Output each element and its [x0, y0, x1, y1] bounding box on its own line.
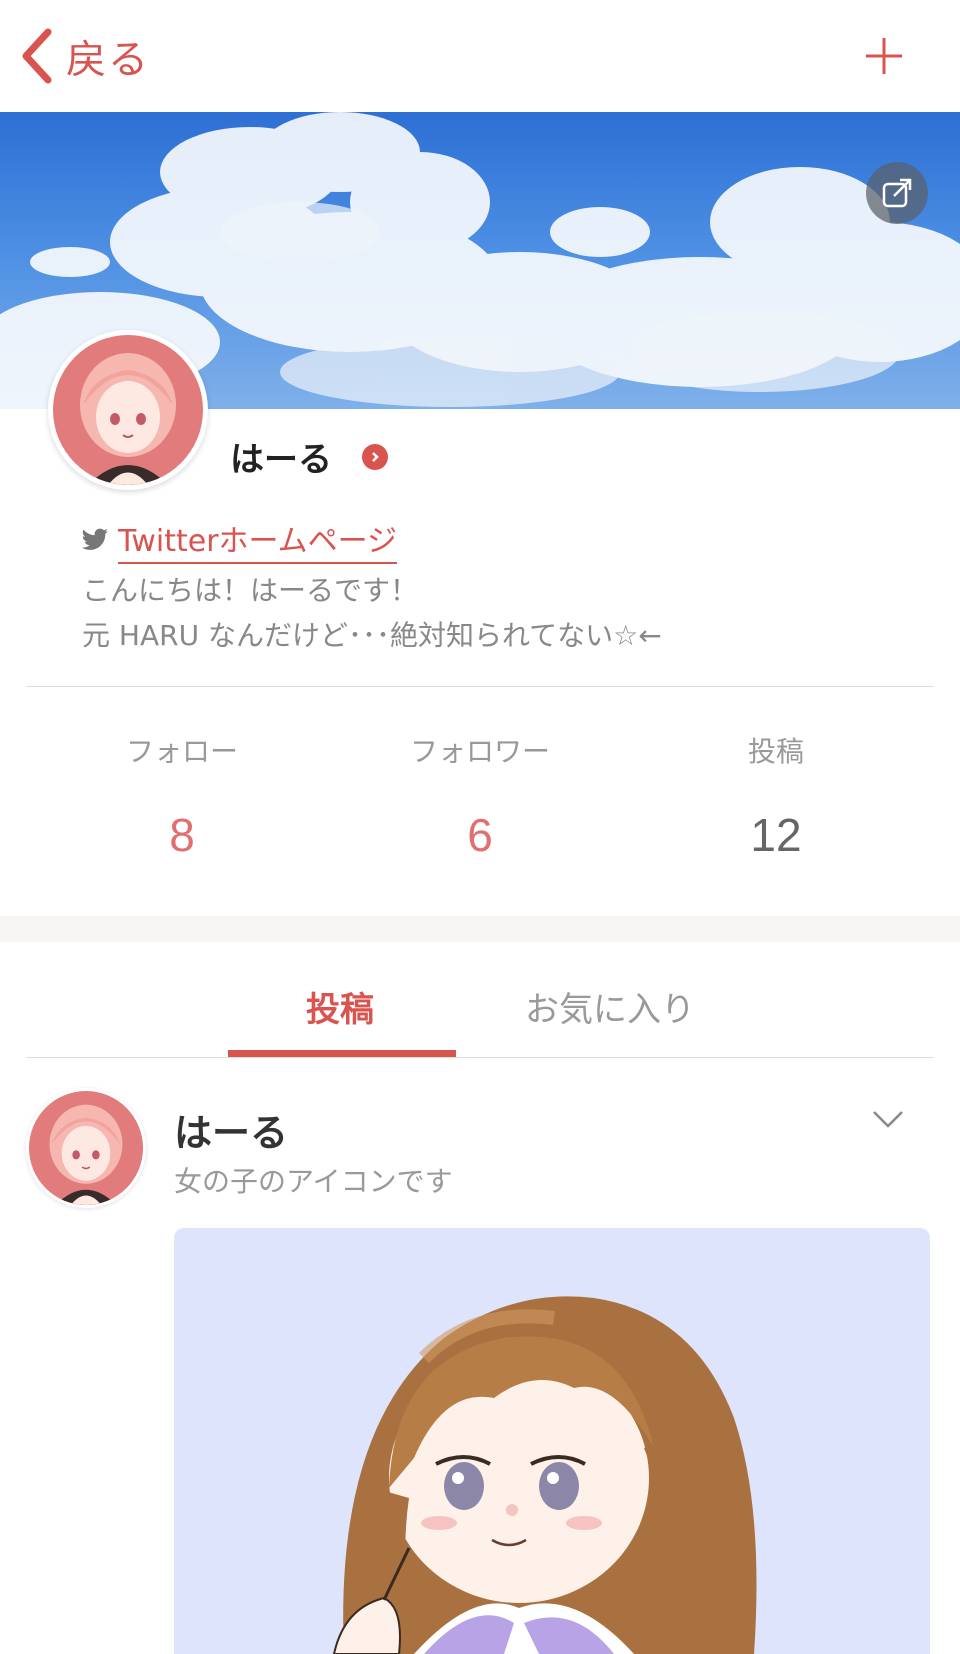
post-author-name[interactable]: はーる — [174, 1102, 288, 1157]
stat-posts[interactable]: 投稿 12 — [626, 730, 926, 862]
post-author-avatar[interactable] — [26, 1088, 146, 1208]
stat-value: 12 — [750, 809, 802, 861]
chevron-right-icon — [362, 443, 388, 470]
anime-girl-illustration — [332, 1296, 757, 1654]
stat-label: 投稿 — [747, 735, 804, 768]
twitter-row: Twitterホームページ — [80, 516, 398, 564]
twitter-bird-icon — [81, 528, 108, 550]
tab-active-indicator — [228, 1050, 456, 1057]
section-separator — [0, 916, 960, 942]
girl-avatar-image — [53, 335, 203, 485]
username-row[interactable]: はーる — [230, 432, 388, 481]
chevron-down-icon[interactable] — [868, 1104, 908, 1134]
bio-line: 元 HARU なんだけど･･･絶対知られてない☆← — [82, 619, 662, 652]
share-icon — [882, 178, 912, 208]
stat-follow[interactable]: フォロー 8 — [32, 730, 332, 862]
profile-bio: こんにちは！はーるです！ 元 HARU なんだけど･･･絶対知られてない☆← — [82, 568, 902, 658]
bio-line: こんにちは！はーるです！ — [82, 574, 419, 607]
stat-label: フォロワー — [409, 735, 550, 768]
share-button[interactable] — [866, 162, 928, 224]
post-text: 女の子のアイコンです — [174, 1165, 453, 1198]
profile-username: はーる — [230, 440, 332, 480]
divider — [26, 1057, 934, 1058]
girl-avatar-image — [29, 1091, 143, 1205]
profile-stats: フォロー 8 フォロワー 6 投稿 12 — [0, 730, 960, 870]
tab-posts[interactable]: 投稿 — [306, 982, 374, 1031]
back-chevron-icon — [22, 28, 52, 84]
profile-tabs: 投稿 お気に入り — [0, 942, 960, 1058]
stat-value: 6 — [467, 809, 493, 861]
back-label: 戻る — [66, 37, 150, 83]
stat-value: 8 — [169, 809, 195, 861]
divider — [26, 686, 934, 687]
profile-avatar[interactable] — [48, 330, 208, 490]
back-button[interactable]: 戻る — [18, 24, 150, 88]
stat-followers[interactable]: フォロワー 6 — [330, 730, 630, 862]
tab-favorites[interactable]: お気に入り — [525, 982, 695, 1031]
twitter-link[interactable]: Twitterホームページ — [118, 516, 398, 564]
post-image[interactable] — [174, 1228, 930, 1654]
stat-label: フォロー — [125, 735, 238, 768]
plus-icon[interactable] — [860, 32, 908, 80]
top-nav-bar: 戻る — [0, 0, 960, 112]
